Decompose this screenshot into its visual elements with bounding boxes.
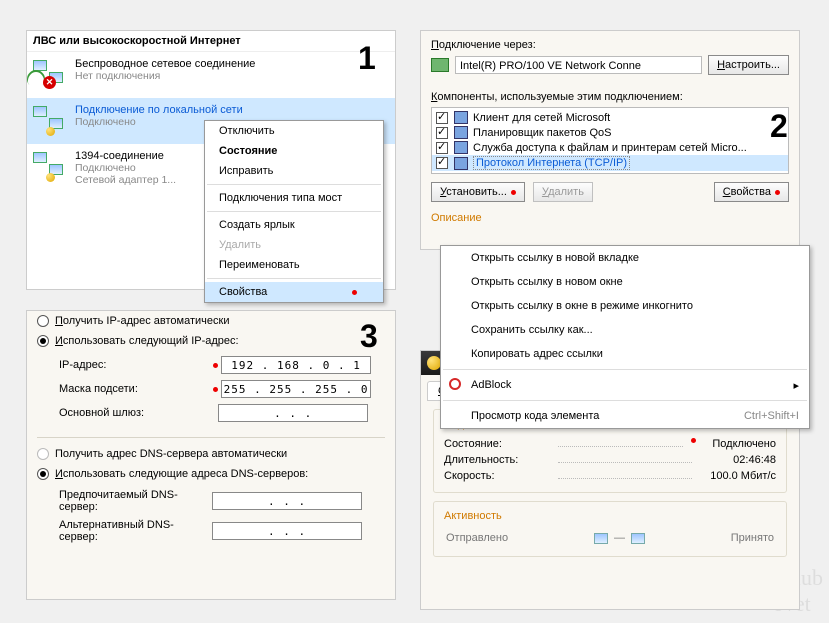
mask-input[interactable]: 255 . 255 . 255 . 0	[221, 380, 371, 398]
adblock-icon	[449, 378, 461, 390]
mi-sep	[207, 278, 381, 279]
section-activity: Активность	[444, 510, 776, 522]
highlight-dot	[511, 190, 516, 195]
conn-name: Беспроводное сетевое соединение	[75, 58, 255, 70]
components-list[interactable]: Клиент для сетей Microsoft Планировщик п…	[431, 107, 789, 174]
radio-use-dns[interactable]: Использовать следующие адреса DNS-сервер…	[27, 464, 395, 484]
recv-label: Принято	[731, 532, 774, 544]
components-label: Компоненты, используемые этим подключени…	[421, 83, 799, 105]
mi-rename[interactable]: Переименовать	[205, 255, 383, 275]
comp-item-tcpip[interactable]: Протокол Интернета (TCP/IP)	[432, 155, 788, 171]
mi-save-link-as[interactable]: Сохранить ссылку как...	[441, 318, 809, 342]
properties-button[interactable]: Свойства	[714, 182, 789, 202]
mi-sep	[207, 211, 381, 212]
checkbox[interactable]	[436, 112, 448, 124]
connection-properties-panel: Подключение через: Intel(R) PRO/100 VE N…	[420, 30, 800, 250]
checkbox[interactable]	[436, 127, 448, 139]
mi-bridge[interactable]: Подключения типа мост	[205, 188, 383, 208]
mi-shortcut[interactable]: Создать ярлык	[205, 215, 383, 235]
conn-name: Подключение по локальной сети	[75, 104, 243, 116]
callout-2: 2	[770, 108, 788, 145]
share-icon	[454, 141, 468, 154]
conn-adapter: Сетевой адаптер 1...	[75, 174, 176, 186]
mi-open-incognito[interactable]: Открыть ссылку в окне в режиме инкогнито	[441, 294, 809, 318]
ip-label: IP-адрес:	[59, 359, 209, 371]
wireless-icon: ✕	[33, 58, 69, 92]
description-label: Описание	[421, 208, 799, 224]
panel1-header: ЛВС или высокоскоростной Интернет	[27, 31, 395, 52]
remove-button: Удалить	[533, 182, 593, 202]
conn-status: Подключено	[75, 162, 176, 174]
highlight-dot	[775, 190, 780, 195]
window-icon	[427, 356, 441, 370]
mi-disable[interactable]: Отключить	[205, 121, 383, 141]
checkbox[interactable]	[436, 157, 448, 169]
highlight-dot	[213, 387, 218, 392]
tcpip-icon	[454, 157, 468, 170]
lan-icon	[33, 104, 69, 138]
radio-use-ip[interactable]: Использовать следующий IP-адрес:	[27, 331, 395, 351]
adapter-name-field[interactable]: Intel(R) PRO/100 VE Network Conne	[455, 56, 702, 74]
mi-adblock[interactable]: AdBlock▸	[441, 373, 809, 397]
highlight-dot	[213, 363, 218, 368]
gateway-label: Основной шлюз:	[59, 407, 209, 419]
radio[interactable]	[37, 468, 49, 480]
configure-button[interactable]: Настроить...	[708, 55, 789, 75]
connect-via-label: Подключение через:	[421, 31, 799, 53]
mask-label: Маска подсети:	[59, 383, 209, 395]
nic-icon	[431, 58, 449, 72]
divider	[37, 437, 385, 438]
activity-icon: —	[594, 532, 645, 544]
radio-auto-ip[interactable]: Получить IP-адрес автоматически	[27, 311, 395, 331]
firewire-icon	[33, 150, 69, 184]
radio[interactable]	[37, 335, 49, 347]
mi-properties[interactable]: Свойства	[205, 282, 383, 302]
mi-copy-link[interactable]: Копировать адрес ссылки	[441, 342, 809, 366]
gateway-input[interactable]: . . .	[218, 404, 368, 422]
submenu-arrow-icon: ▸	[793, 379, 799, 392]
comp-item-fileshare[interactable]: Служба доступа к файлам и принтерам сете…	[432, 140, 788, 155]
radio-auto-dns: Получить адрес DNS-сервера автоматически	[27, 444, 395, 464]
activity-stats: Активность Отправлено — Принято	[433, 501, 787, 557]
mi-delete: Удалить	[205, 235, 383, 255]
mi-open-new-tab[interactable]: Открыть ссылку в новой вкладке	[441, 246, 809, 270]
dns2-label: Альтернативный DNS-сервер:	[59, 519, 209, 543]
conn-name: 1394-соединение	[75, 150, 176, 162]
mi-repair[interactable]: Исправить	[205, 161, 383, 181]
callout-1: 1	[358, 40, 376, 77]
dns1-input[interactable]: . . .	[212, 492, 362, 510]
shortcut-label: Ctrl+Shift+I	[744, 410, 799, 422]
sent-label: Отправлено	[446, 532, 508, 544]
connection-wireless[interactable]: ✕ Беспроводное сетевое соединение Нет по…	[27, 52, 395, 98]
radio	[37, 448, 49, 460]
conn-context-menu: Отключить Состояние Исправить Подключени…	[204, 120, 384, 303]
checkbox[interactable]	[436, 142, 448, 154]
tcpip-properties-panel: Получить IP-адрес автоматически Использо…	[26, 310, 396, 600]
dns1-label: Предпочитаемый DNS-сервер:	[59, 489, 209, 513]
radio[interactable]	[37, 315, 49, 327]
mi-open-new-window[interactable]: Открыть ссылку в новом окне	[441, 270, 809, 294]
callout-3: 3	[360, 318, 378, 355]
comp-item-qos[interactable]: Планировщик пакетов QoS	[432, 125, 788, 140]
client-icon	[454, 111, 468, 124]
dns2-input[interactable]: . . .	[212, 522, 362, 540]
browser-context-menu: Открыть ссылку в новой вкладке Открыть с…	[440, 245, 810, 429]
highlight-dot	[352, 290, 357, 295]
ip-input[interactable]: 192 . 168 . 0 . 1	[221, 356, 371, 374]
conn-status: Нет подключения	[75, 70, 255, 82]
mi-sep	[443, 369, 807, 370]
install-button[interactable]: Установить...	[431, 182, 525, 202]
mi-status[interactable]: Состояние	[205, 141, 383, 161]
mi-inspect[interactable]: Просмотр кода элементаCtrl+Shift+I	[441, 404, 809, 428]
comp-item-client[interactable]: Клиент для сетей Microsoft	[432, 110, 788, 125]
mi-sep	[207, 184, 381, 185]
qos-icon	[454, 126, 468, 139]
mi-sep	[443, 400, 807, 401]
